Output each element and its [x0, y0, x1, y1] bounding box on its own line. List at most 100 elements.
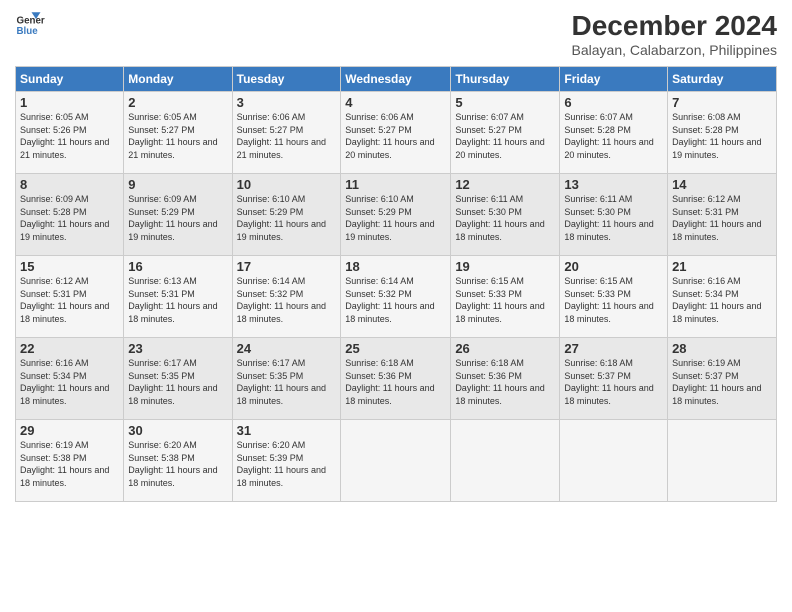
table-row: 1 Sunrise: 6:05 AM Sunset: 5:26 PM Dayli…: [16, 92, 124, 174]
day-info: Sunrise: 6:10 AM Sunset: 5:29 PM Dayligh…: [345, 193, 446, 243]
day-info: Sunrise: 6:15 AM Sunset: 5:33 PM Dayligh…: [564, 275, 663, 325]
day-number: 3: [237, 95, 337, 110]
day-number: 4: [345, 95, 446, 110]
day-number: 23: [128, 341, 227, 356]
day-number: 2: [128, 95, 227, 110]
day-number: 11: [345, 177, 446, 192]
day-info: Sunrise: 6:07 AM Sunset: 5:27 PM Dayligh…: [455, 111, 555, 161]
table-row: 5 Sunrise: 6:07 AM Sunset: 5:27 PM Dayli…: [451, 92, 560, 174]
calendar-row: 8 Sunrise: 6:09 AM Sunset: 5:28 PM Dayli…: [16, 174, 777, 256]
col-friday: Friday: [560, 67, 668, 92]
table-row: 20 Sunrise: 6:15 AM Sunset: 5:33 PM Dayl…: [560, 256, 668, 338]
day-info: Sunrise: 6:17 AM Sunset: 5:35 PM Dayligh…: [237, 357, 337, 407]
table-row: [341, 420, 451, 502]
svg-text:Blue: Blue: [17, 26, 39, 37]
day-number: 9: [128, 177, 227, 192]
day-info: Sunrise: 6:14 AM Sunset: 5:32 PM Dayligh…: [345, 275, 446, 325]
day-info: Sunrise: 6:12 AM Sunset: 5:31 PM Dayligh…: [672, 193, 772, 243]
table-row: 18 Sunrise: 6:14 AM Sunset: 5:32 PM Dayl…: [341, 256, 451, 338]
logo: General Blue: [15, 10, 45, 40]
day-number: 26: [455, 341, 555, 356]
table-row: 8 Sunrise: 6:09 AM Sunset: 5:28 PM Dayli…: [16, 174, 124, 256]
table-row: 21 Sunrise: 6:16 AM Sunset: 5:34 PM Dayl…: [668, 256, 777, 338]
day-info: Sunrise: 6:06 AM Sunset: 5:27 PM Dayligh…: [237, 111, 337, 161]
day-info: Sunrise: 6:14 AM Sunset: 5:32 PM Dayligh…: [237, 275, 337, 325]
table-row: 27 Sunrise: 6:18 AM Sunset: 5:37 PM Dayl…: [560, 338, 668, 420]
day-info: Sunrise: 6:05 AM Sunset: 5:26 PM Dayligh…: [20, 111, 119, 161]
calendar-row: 22 Sunrise: 6:16 AM Sunset: 5:34 PM Dayl…: [16, 338, 777, 420]
day-info: Sunrise: 6:18 AM Sunset: 5:36 PM Dayligh…: [345, 357, 446, 407]
table-row: 2 Sunrise: 6:05 AM Sunset: 5:27 PM Dayli…: [124, 92, 232, 174]
day-number: 7: [672, 95, 772, 110]
day-number: 24: [237, 341, 337, 356]
day-info: Sunrise: 6:20 AM Sunset: 5:39 PM Dayligh…: [237, 439, 337, 489]
col-wednesday: Wednesday: [341, 67, 451, 92]
day-number: 12: [455, 177, 555, 192]
day-info: Sunrise: 6:05 AM Sunset: 5:27 PM Dayligh…: [128, 111, 227, 161]
day-number: 18: [345, 259, 446, 274]
day-info: Sunrise: 6:08 AM Sunset: 5:28 PM Dayligh…: [672, 111, 772, 161]
svg-text:General: General: [17, 16, 46, 27]
table-row: 3 Sunrise: 6:06 AM Sunset: 5:27 PM Dayli…: [232, 92, 341, 174]
day-info: Sunrise: 6:12 AM Sunset: 5:31 PM Dayligh…: [20, 275, 119, 325]
table-row: 23 Sunrise: 6:17 AM Sunset: 5:35 PM Dayl…: [124, 338, 232, 420]
day-info: Sunrise: 6:20 AM Sunset: 5:38 PM Dayligh…: [128, 439, 227, 489]
table-row: 17 Sunrise: 6:14 AM Sunset: 5:32 PM Dayl…: [232, 256, 341, 338]
table-row: [451, 420, 560, 502]
subtitle: Balayan, Calabarzon, Philippines: [572, 42, 777, 58]
table-row: 7 Sunrise: 6:08 AM Sunset: 5:28 PM Dayli…: [668, 92, 777, 174]
day-info: Sunrise: 6:09 AM Sunset: 5:29 PM Dayligh…: [128, 193, 227, 243]
col-monday: Monday: [124, 67, 232, 92]
table-row: 10 Sunrise: 6:10 AM Sunset: 5:29 PM Dayl…: [232, 174, 341, 256]
day-number: 17: [237, 259, 337, 274]
day-info: Sunrise: 6:15 AM Sunset: 5:33 PM Dayligh…: [455, 275, 555, 325]
day-number: 25: [345, 341, 446, 356]
day-number: 27: [564, 341, 663, 356]
table-row: 30 Sunrise: 6:20 AM Sunset: 5:38 PM Dayl…: [124, 420, 232, 502]
table-row: 28 Sunrise: 6:19 AM Sunset: 5:37 PM Dayl…: [668, 338, 777, 420]
col-tuesday: Tuesday: [232, 67, 341, 92]
table-row: 26 Sunrise: 6:18 AM Sunset: 5:36 PM Dayl…: [451, 338, 560, 420]
day-number: 31: [237, 423, 337, 438]
day-info: Sunrise: 6:19 AM Sunset: 5:37 PM Dayligh…: [672, 357, 772, 407]
day-number: 6: [564, 95, 663, 110]
day-number: 10: [237, 177, 337, 192]
day-info: Sunrise: 6:17 AM Sunset: 5:35 PM Dayligh…: [128, 357, 227, 407]
day-info: Sunrise: 6:13 AM Sunset: 5:31 PM Dayligh…: [128, 275, 227, 325]
logo-icon: General Blue: [15, 10, 45, 40]
table-row: 4 Sunrise: 6:06 AM Sunset: 5:27 PM Dayli…: [341, 92, 451, 174]
day-info: Sunrise: 6:16 AM Sunset: 5:34 PM Dayligh…: [672, 275, 772, 325]
calendar-row: 29 Sunrise: 6:19 AM Sunset: 5:38 PM Dayl…: [16, 420, 777, 502]
title-block: December 2024 Balayan, Calabarzon, Phili…: [572, 10, 777, 58]
day-number: 20: [564, 259, 663, 274]
day-number: 21: [672, 259, 772, 274]
day-info: Sunrise: 6:19 AM Sunset: 5:38 PM Dayligh…: [20, 439, 119, 489]
day-number: 16: [128, 259, 227, 274]
table-row: 25 Sunrise: 6:18 AM Sunset: 5:36 PM Dayl…: [341, 338, 451, 420]
day-number: 15: [20, 259, 119, 274]
col-thursday: Thursday: [451, 67, 560, 92]
table-row: 11 Sunrise: 6:10 AM Sunset: 5:29 PM Dayl…: [341, 174, 451, 256]
day-number: 28: [672, 341, 772, 356]
table-row: 31 Sunrise: 6:20 AM Sunset: 5:39 PM Dayl…: [232, 420, 341, 502]
day-number: 5: [455, 95, 555, 110]
header: General Blue December 2024 Balayan, Cala…: [15, 10, 777, 58]
table-row: 22 Sunrise: 6:16 AM Sunset: 5:34 PM Dayl…: [16, 338, 124, 420]
day-number: 29: [20, 423, 119, 438]
table-row: 19 Sunrise: 6:15 AM Sunset: 5:33 PM Dayl…: [451, 256, 560, 338]
day-info: Sunrise: 6:11 AM Sunset: 5:30 PM Dayligh…: [564, 193, 663, 243]
table-row: 14 Sunrise: 6:12 AM Sunset: 5:31 PM Dayl…: [668, 174, 777, 256]
table-row: [560, 420, 668, 502]
table-row: [668, 420, 777, 502]
main-title: December 2024: [572, 10, 777, 42]
table-row: 6 Sunrise: 6:07 AM Sunset: 5:28 PM Dayli…: [560, 92, 668, 174]
col-sunday: Sunday: [16, 67, 124, 92]
day-number: 19: [455, 259, 555, 274]
calendar-row: 1 Sunrise: 6:05 AM Sunset: 5:26 PM Dayli…: [16, 92, 777, 174]
calendar-row: 15 Sunrise: 6:12 AM Sunset: 5:31 PM Dayl…: [16, 256, 777, 338]
day-number: 1: [20, 95, 119, 110]
day-info: Sunrise: 6:10 AM Sunset: 5:29 PM Dayligh…: [237, 193, 337, 243]
day-number: 14: [672, 177, 772, 192]
table-row: 15 Sunrise: 6:12 AM Sunset: 5:31 PM Dayl…: [16, 256, 124, 338]
day-number: 13: [564, 177, 663, 192]
